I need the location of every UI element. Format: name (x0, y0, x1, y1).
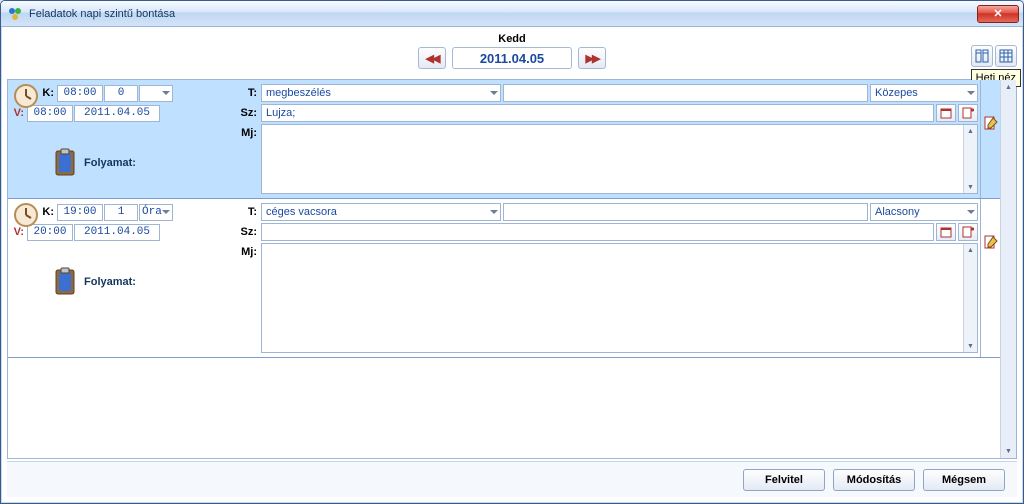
clock-icon (12, 201, 40, 229)
type-select[interactable]: céges vacsora (261, 203, 501, 221)
type-label: T: (235, 203, 259, 221)
view-toggle-group: Heti néz (971, 45, 1017, 67)
edit-task-button[interactable] (984, 235, 998, 249)
felvitel-label: Felvitel (765, 474, 803, 486)
day-view-icon (975, 49, 989, 63)
add-icon (962, 107, 974, 119)
end-date-field[interactable]: 2011.04.05 (74, 105, 160, 122)
task-detail-column: T: céges vacsora Alacsony Sz: (235, 199, 1000, 357)
modositas-label: Módosítás (847, 474, 901, 486)
end-date-field[interactable]: 2011.04.05 (74, 224, 160, 241)
mj-label: Mj: (235, 243, 259, 261)
felvitel-button[interactable]: Felvitel (743, 469, 825, 491)
notes-scrollbar[interactable]: ▲▼ (963, 244, 977, 352)
window: Feladatok napi szintű bontása ✕ Kedd ◀◀ … (0, 0, 1024, 504)
priority-select[interactable]: Közepes (870, 84, 978, 102)
workarea: Kedd ◀◀ 2011.04.05 ▶▶ Heti néz (1, 27, 1023, 503)
duration-value-field[interactable]: 0 (104, 85, 138, 102)
week-view-icon (999, 49, 1013, 63)
duration-value-field[interactable]: 1 (104, 204, 138, 221)
task-row[interactable]: K: 19:00 1 Óra V: 20:00 2011.04.05 (8, 199, 1000, 358)
sz-add-button[interactable] (958, 223, 978, 241)
next-day-button[interactable]: ▶▶ (578, 47, 606, 69)
task-action-column (980, 199, 1000, 357)
sz-field[interactable] (261, 223, 934, 241)
sz-label: Sz: (235, 223, 259, 241)
process-label: Folyamat: (84, 157, 136, 169)
megsem-button[interactable]: Mégsem (923, 469, 1005, 491)
start-label: K: (42, 87, 56, 99)
titlebar: Feladatok napi szintű bontása ✕ (1, 1, 1023, 27)
day-name: Kedd (7, 31, 1017, 45)
clock-icon (12, 82, 40, 110)
calendar-icon (940, 107, 952, 119)
modositas-button[interactable]: Módosítás (833, 469, 915, 491)
add-icon (962, 226, 974, 238)
notes-field[interactable]: ▲▼ (261, 124, 978, 194)
notes-scrollbar[interactable]: ▲▼ (963, 125, 977, 193)
process-label: Folyamat: (84, 276, 136, 288)
close-button[interactable]: ✕ (977, 5, 1019, 23)
day-view-button[interactable] (971, 45, 993, 67)
mj-label: Mj: (235, 124, 259, 142)
duration-unit-select[interactable]: Óra (139, 204, 173, 221)
calendar-icon (940, 226, 952, 238)
type-extra-field[interactable] (503, 203, 868, 221)
sz-picker-button[interactable] (936, 223, 956, 241)
start-label: K: (42, 206, 56, 218)
button-bar: Felvitel Módosítás Mégsem (7, 461, 1017, 497)
type-extra-field[interactable] (503, 84, 868, 102)
edit-task-button[interactable] (984, 116, 998, 130)
sz-add-button[interactable] (958, 104, 978, 122)
clipboard-icon (52, 148, 78, 178)
task-time-column: K: 08:00 0 V: 08:00 2011.04.05 (8, 80, 235, 198)
priority-select[interactable]: Alacsony (870, 203, 978, 221)
type-select[interactable]: megbeszélés (261, 84, 501, 102)
app-icon (7, 6, 23, 22)
start-time-field[interactable]: 19:00 (57, 204, 103, 221)
task-list: K: 08:00 0 V: 08:00 2011.04.05 (7, 79, 1017, 459)
type-label: T: (235, 84, 259, 102)
task-detail-column: T: megbeszélés Közepes Sz: Lujza; (235, 80, 1000, 198)
week-view-button[interactable] (995, 45, 1017, 67)
current-date[interactable]: 2011.04.05 (452, 47, 572, 69)
window-title: Feladatok napi szintű bontása (29, 8, 977, 20)
list-scrollbar[interactable]: ▲▼ (1000, 80, 1016, 458)
task-row[interactable]: K: 08:00 0 V: 08:00 2011.04.05 (8, 80, 1000, 199)
date-navigation: ◀◀ 2011.04.05 ▶▶ Heti néz (7, 47, 1017, 69)
prev-day-button[interactable]: ◀◀ (418, 47, 446, 69)
task-action-column (980, 80, 1000, 198)
sz-picker-button[interactable] (936, 104, 956, 122)
task-time-column: K: 19:00 1 Óra V: 20:00 2011.04.05 (8, 199, 235, 357)
duration-unit-select[interactable] (139, 85, 173, 102)
sz-field[interactable]: Lujza; (261, 104, 934, 122)
pencil-icon (984, 116, 998, 130)
start-time-field[interactable]: 08:00 (57, 85, 103, 102)
clipboard-icon (52, 267, 78, 297)
sz-label: Sz: (235, 104, 259, 122)
close-icon: ✕ (993, 7, 1002, 20)
megsem-label: Mégsem (942, 474, 986, 486)
pencil-icon (984, 235, 998, 249)
notes-field[interactable]: ▲▼ (261, 243, 978, 353)
